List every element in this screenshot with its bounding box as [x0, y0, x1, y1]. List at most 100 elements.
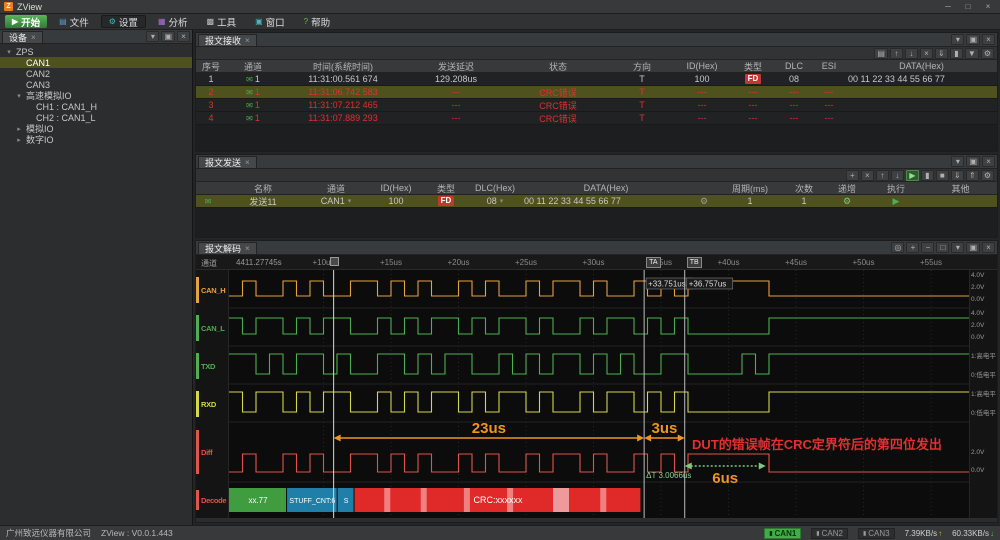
float-icon[interactable]: ▾: [951, 242, 964, 253]
send-table-header: 名称通道ID(Hex)类型DLC(Hex)DATA(Hex)周期(ms)次数递增…: [196, 182, 997, 195]
sidebar-item-digital-io[interactable]: ▸数字IO: [0, 134, 192, 145]
menu-help[interactable]: ?帮助: [297, 15, 337, 28]
channel-label-diff[interactable]: Diff: [196, 422, 228, 482]
close-icon[interactable]: ×: [982, 156, 995, 167]
menu-tools[interactable]: ▩工具: [200, 15, 244, 28]
close-icon[interactable]: ×: [245, 36, 250, 45]
sidebar-item-can1[interactable]: CAN1: [0, 57, 192, 68]
tab-decode[interactable]: 报文解码 ×: [198, 242, 257, 254]
maximize-button[interactable]: □: [960, 0, 976, 13]
up-icon[interactable]: ↑: [876, 170, 889, 181]
menu-analysis-label: 分析: [169, 15, 188, 29]
send-period[interactable]: 1: [718, 195, 782, 207]
down-icon[interactable]: ↓: [891, 170, 904, 181]
gear-icon: ⚙: [109, 17, 116, 26]
tab-device[interactable]: 设备 ×: [2, 31, 43, 43]
menu-file[interactable]: ▤文件: [52, 15, 96, 28]
menu-window[interactable]: ▣窗口: [248, 15, 292, 28]
file-icon: ▤: [59, 17, 67, 26]
delete-icon[interactable]: ×: [861, 170, 874, 181]
menu-start[interactable]: ▶开始: [5, 15, 47, 28]
statusbar: 广州致远仪器有限公司 ZView : V0.0.1.443 ▮CAN1 ▮CAN…: [0, 525, 1000, 540]
send-data[interactable]: 00 11 22 33 44 55 66 77: [522, 195, 690, 207]
rx-cell: ---: [776, 86, 812, 98]
tab-send[interactable]: 报文发送 ×: [198, 156, 257, 168]
zoom-out-icon[interactable]: −: [921, 242, 934, 253]
channel-label-can_l[interactable]: CAN_L: [196, 310, 228, 346]
settings-icon[interactable]: ⚙: [981, 170, 994, 181]
pause-all-icon[interactable]: ▮: [921, 170, 934, 181]
tick-label: +25us: [515, 258, 537, 267]
channel-label-can_h[interactable]: CAN_H: [196, 272, 228, 308]
send-id[interactable]: 100: [368, 195, 424, 207]
channel-label-txd[interactable]: TXD: [196, 348, 228, 384]
channel-name: Diff: [201, 448, 212, 457]
play-all-icon[interactable]: ▶: [906, 170, 919, 181]
scroll-lock-icon[interactable]: ⇓: [935, 48, 948, 59]
close-icon[interactable]: ×: [245, 158, 250, 167]
export-icon[interactable]: ↑: [890, 48, 903, 59]
rx-row[interactable]: 2✉111:31:06.742 583---CRC错误T------------: [196, 86, 997, 99]
save-icon[interactable]: ▤: [874, 48, 888, 59]
execute-button[interactable]: ▶: [868, 195, 924, 207]
rx-row[interactable]: 3✉111:31:07.212 465---CRC错误T------------: [196, 99, 997, 112]
sidebar-item-hs-analog-io[interactable]: ▾高速模拟IO: [0, 90, 192, 101]
stop-all-icon[interactable]: ■: [936, 170, 949, 181]
waveform-plot[interactable]: xx.77STUFF_CNT:6SCRC:xxxxxx+33.751us+36.…: [229, 270, 969, 518]
rx-row[interactable]: 1✉111:31:00.561 674129.208usT100FD0800 1…: [196, 73, 997, 86]
fit-icon[interactable]: □: [936, 242, 949, 253]
minimize-button[interactable]: ─: [940, 0, 956, 13]
pause-icon[interactable]: ▮: [950, 48, 963, 59]
sidebar-item-can2[interactable]: CAN2: [0, 68, 192, 79]
close-icon[interactable]: ×: [31, 33, 36, 42]
tab-receive[interactable]: 报文接收 ×: [198, 34, 257, 46]
sidebar-item-zps[interactable]: ▾ZPS: [0, 46, 192, 57]
cursor-icon[interactable]: ◎: [891, 242, 904, 253]
status-badge-can3[interactable]: ▮CAN3: [858, 528, 895, 539]
cursor-marker[interactable]: [330, 257, 339, 266]
send-count[interactable]: 1: [782, 195, 826, 207]
rx-cell: ---: [812, 86, 846, 98]
tree-label: CH2 : CAN1_L: [36, 113, 96, 123]
collapse-icon[interactable]: ▾: [146, 31, 159, 42]
channel-label-decode[interactable]: Decode: [196, 486, 228, 514]
send-dlc-select[interactable]: 08▾: [468, 195, 522, 207]
dock-icon[interactable]: ▣: [966, 34, 980, 45]
status-badge-can1[interactable]: ▮CAN1: [764, 528, 801, 539]
dock-icon[interactable]: ▣: [161, 31, 175, 42]
filter-icon[interactable]: ▼: [965, 48, 979, 59]
add-icon[interactable]: +: [846, 170, 859, 181]
close-button[interactable]: ×: [980, 0, 996, 13]
close-icon[interactable]: ×: [982, 34, 995, 45]
clear-icon[interactable]: ×: [920, 48, 933, 59]
dock-icon[interactable]: ▣: [966, 242, 980, 253]
rx-col-header: DATA(Hex): [846, 60, 997, 72]
cursor-tag-tb[interactable]: TB: [687, 257, 702, 268]
send-channel-select[interactable]: CAN1▾: [304, 195, 368, 207]
export-icon[interactable]: ⇑: [966, 170, 979, 181]
menu-icon[interactable]: ▾: [951, 156, 964, 167]
settings-icon[interactable]: ⚙: [981, 48, 994, 59]
close-icon[interactable]: ×: [177, 31, 190, 42]
zoom-in-icon[interactable]: +: [906, 242, 919, 253]
config-icon[interactable]: ⚙: [690, 195, 718, 207]
rx-row[interactable]: 4✉111:31:07.889 293---CRC错误T------------: [196, 112, 997, 125]
cursor-tag-ta[interactable]: TA: [646, 257, 660, 268]
decode-panel: 报文解码 × ◎+−□▾▣× 通道4411.27745s+10us+15us+2…: [195, 240, 998, 523]
menu-analysis[interactable]: ▦分析: [151, 15, 195, 28]
sidebar-item-ch1[interactable]: CH1 : CAN1_H: [0, 101, 192, 112]
dock-icon[interactable]: ▣: [966, 156, 980, 167]
menu-icon[interactable]: ▾: [951, 34, 964, 45]
rx-cell: 11:31:00.561 674: [280, 73, 406, 85]
axis-tick-label: 4.0V: [971, 272, 984, 279]
menu-settings[interactable]: ⚙设置: [101, 15, 146, 28]
status-badge-can2[interactable]: ▮CAN2: [811, 528, 848, 539]
import-icon[interactable]: ↓: [905, 48, 918, 59]
import-icon[interactable]: ⇓: [951, 170, 964, 181]
close-icon[interactable]: ×: [245, 244, 250, 253]
send-row[interactable]: ✉ 发送11 CAN1▾ 100 FD 08▾ 00 11 22 33 44 5…: [196, 195, 997, 208]
channel-label-rxd[interactable]: RXD: [196, 386, 228, 422]
tx-col-header: [196, 182, 222, 194]
increment-icon[interactable]: ⚙: [826, 195, 868, 207]
close-icon[interactable]: ×: [982, 242, 995, 253]
